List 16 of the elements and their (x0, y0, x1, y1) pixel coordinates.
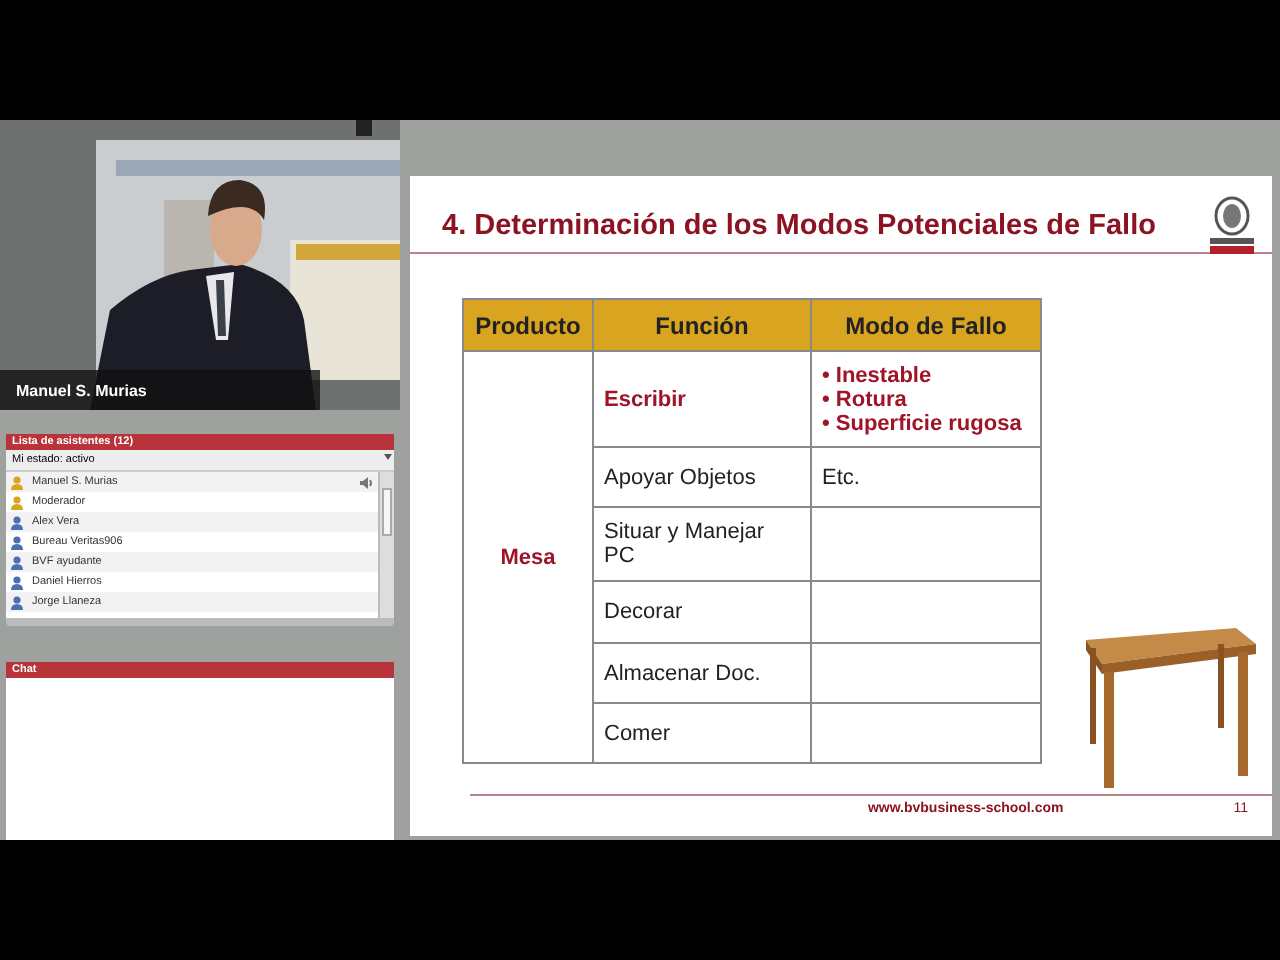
table-cell: Apoyar Objetos (593, 447, 811, 507)
table-cell: Situar y Manejar PC (593, 507, 811, 581)
table-cell: • Inestable • Rotura • Superficie rugosa (811, 351, 1041, 447)
logo-icon (1208, 196, 1256, 256)
column-header: Función (593, 299, 811, 351)
scrollbar[interactable] (378, 472, 394, 618)
column-header: Modo de Fallo (811, 299, 1041, 351)
table-cell: Escribir (593, 351, 811, 447)
table-cell: Almacenar Doc. (593, 643, 811, 703)
table-cell: Comer (593, 703, 811, 763)
slide-title: 4. Determinación de los Modos Potenciales de Fallo (442, 210, 1156, 242)
column-header: Producto (463, 299, 593, 351)
table-cell: Mesa (463, 351, 593, 763)
table-cell: Etc. (811, 447, 1041, 507)
video-caption: Manuel S. Murias (16, 382, 147, 400)
table-cell: Decorar (593, 581, 811, 643)
